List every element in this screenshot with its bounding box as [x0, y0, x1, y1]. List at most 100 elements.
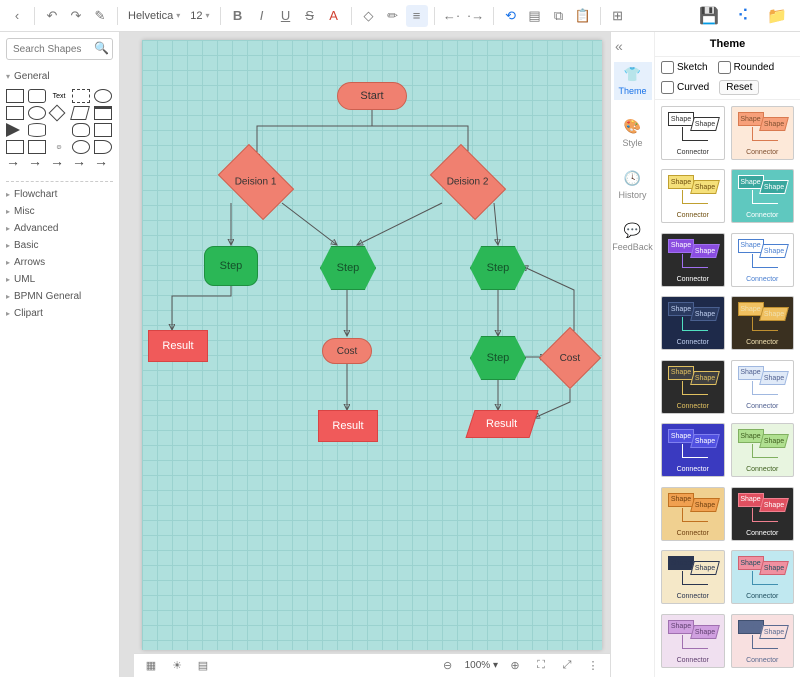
theme-card[interactable]: ShapeShapeConnector: [661, 423, 725, 477]
folder-icon[interactable]: 📁: [766, 5, 788, 27]
node-step-b[interactable]: Step: [320, 246, 376, 290]
theme-card[interactable]: ShapeShapeConnector: [661, 296, 725, 350]
shape-roundrect[interactable]: [28, 89, 46, 103]
theme-card[interactable]: ShapeShapeConnector: [731, 487, 795, 541]
line-color-icon[interactable]: ✏: [382, 5, 404, 27]
zoom-in-icon[interactable]: ⊕: [506, 657, 524, 675]
extra-icon[interactable]: ⋮: [584, 657, 602, 675]
shape-doc[interactable]: [94, 123, 112, 137]
node-step-c[interactable]: Step: [470, 246, 526, 290]
share-icon[interactable]: ⠪: [732, 5, 754, 27]
layers-bottom-icon[interactable]: ▤: [194, 657, 212, 675]
node-cost-a[interactable]: Cost: [322, 338, 372, 364]
category-misc[interactable]: Misc: [6, 203, 113, 220]
category-clipart[interactable]: Clipart: [6, 305, 113, 322]
shape-text[interactable]: Text: [50, 89, 68, 103]
grid-icon[interactable]: ⊞: [607, 5, 629, 27]
shape-parallelogram[interactable]: [70, 106, 90, 120]
shape-arrow2[interactable]: [28, 157, 46, 171]
strike-icon[interactable]: S: [299, 5, 321, 27]
shape-arrow1[interactable]: [6, 157, 24, 171]
shape-hexagon[interactable]: [50, 123, 68, 137]
shape-circle[interactable]: [28, 106, 46, 120]
italic-icon[interactable]: I: [251, 5, 273, 27]
node-cost-diamond[interactable]: Cost: [539, 327, 601, 389]
arrange-icon[interactable]: ⟲: [500, 5, 522, 27]
theme-card[interactable]: ShapeShapeConnector: [661, 487, 725, 541]
diagram-page[interactable]: Start Deision 1 Deision 2 Step Step Step…: [142, 40, 602, 650]
shape-actor[interactable]: ☺: [50, 140, 68, 154]
theme-card[interactable]: ShapeShapeConnector: [731, 360, 795, 414]
page-icon[interactable]: ▦: [142, 657, 160, 675]
category-advanced[interactable]: Advanced: [6, 220, 113, 237]
tab-history[interactable]: 🕓History: [614, 166, 652, 204]
shape-triangle[interactable]: [6, 123, 20, 137]
theme-card[interactable]: ShapeShapeConnector: [731, 550, 795, 604]
shape-callout[interactable]: [28, 140, 46, 154]
underline-icon[interactable]: U: [275, 5, 297, 27]
bold-icon[interactable]: B: [227, 5, 249, 27]
zoom-level[interactable]: 100% ▾: [465, 660, 498, 671]
curved-checkbox[interactable]: Curved: [661, 81, 709, 94]
layers-icon[interactable]: ▤: [524, 5, 546, 27]
theme-card[interactable]: ShapeShapeConnector: [731, 296, 795, 350]
save-icon[interactable]: 💾: [698, 5, 720, 27]
category-arrows[interactable]: Arrows: [6, 254, 113, 271]
theme-card[interactable]: ShapeShapeConnector: [731, 169, 795, 223]
theme-card[interactable]: ShapeShapeConnector: [661, 360, 725, 414]
line-style-icon[interactable]: ≡: [406, 5, 428, 27]
outline-icon[interactable]: ☀: [168, 657, 186, 675]
theme-card[interactable]: ShapeShapeConnector: [661, 169, 725, 223]
theme-card[interactable]: ShapeShapeConnector: [731, 233, 795, 287]
copy-icon[interactable]: ⧉: [548, 5, 570, 27]
node-result-a[interactable]: Result: [148, 330, 208, 362]
shape-note[interactable]: [6, 140, 24, 154]
redo-icon[interactable]: ↷: [65, 5, 87, 27]
tab-feedback[interactable]: 💬FeedBack: [614, 218, 652, 256]
node-decision1[interactable]: Deision 1: [218, 144, 294, 220]
shape-or[interactable]: [72, 140, 90, 154]
rounded-checkbox[interactable]: Rounded: [718, 61, 775, 74]
category-general[interactable]: General: [6, 68, 113, 85]
node-result-b[interactable]: Result: [318, 410, 378, 442]
sketch-checkbox[interactable]: Sketch: [661, 61, 708, 74]
collapse-icon[interactable]: «: [615, 38, 623, 54]
fullscreen-icon[interactable]: ⤢: [558, 657, 576, 675]
font-size-dropdown[interactable]: 12: [186, 8, 213, 24]
shape-arrow5[interactable]: [94, 157, 112, 171]
category-basic[interactable]: Basic: [6, 237, 113, 254]
theme-card[interactable]: ShapeShapeConnector: [661, 233, 725, 287]
shape-cloud[interactable]: [72, 123, 90, 137]
node-decision2[interactable]: Deision 2: [430, 144, 506, 220]
category-bpmn[interactable]: BPMN General: [6, 288, 113, 305]
category-uml[interactable]: UML: [6, 271, 113, 288]
node-step-d[interactable]: Step: [470, 336, 526, 380]
node-step-a[interactable]: Step: [204, 246, 258, 286]
fit-icon[interactable]: ⛶: [532, 657, 550, 675]
format-paint-icon[interactable]: ✎: [89, 5, 111, 27]
zoom-out-icon[interactable]: ⊖: [439, 657, 457, 675]
node-result-c[interactable]: Result: [465, 410, 538, 438]
conn-end-icon[interactable]: ·→: [465, 5, 487, 27]
undo-icon[interactable]: ↶: [41, 5, 63, 27]
tab-theme[interactable]: 👕Theme: [614, 62, 652, 100]
shape-and[interactable]: [94, 140, 112, 154]
conn-start-icon[interactable]: ←·: [441, 5, 463, 27]
reset-button[interactable]: Reset: [719, 80, 759, 95]
shape-square[interactable]: [6, 106, 24, 120]
theme-card[interactable]: ShapeShapeConnector: [731, 106, 795, 160]
theme-card[interactable]: ShapeShapeConnector: [661, 550, 725, 604]
shape-rect[interactable]: [6, 89, 24, 103]
fill-color-icon[interactable]: ◇: [358, 5, 380, 27]
category-flowchart[interactable]: Flowchart: [6, 186, 113, 203]
tab-style[interactable]: 🎨Style: [614, 114, 652, 152]
paste-icon[interactable]: 📋: [572, 5, 594, 27]
shape-card[interactable]: [94, 106, 112, 120]
theme-card[interactable]: ShapeShapeConnector: [731, 423, 795, 477]
theme-card[interactable]: ShapeShapeConnector: [661, 106, 725, 160]
font-color-icon[interactable]: A: [323, 5, 345, 27]
shape-dashed[interactable]: [72, 89, 90, 103]
theme-card[interactable]: ShapeShapeConnector: [731, 614, 795, 668]
shape-arrow3[interactable]: [50, 157, 68, 171]
font-family-dropdown[interactable]: Helvetica: [124, 8, 184, 24]
